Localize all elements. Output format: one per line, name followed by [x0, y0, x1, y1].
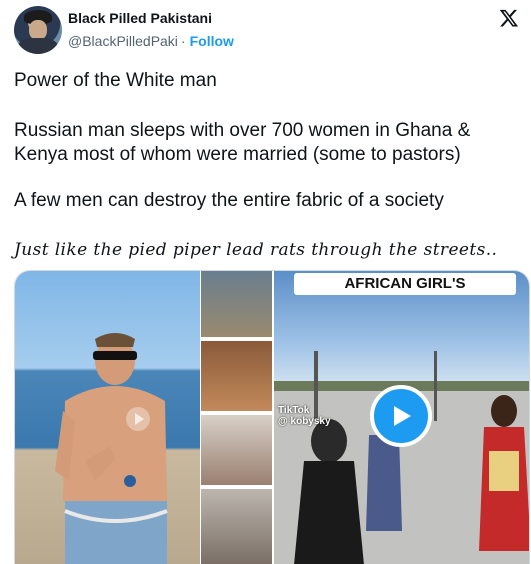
- media-grid: AFRICAN GIRL'S TikTok @ kobysky: [14, 270, 530, 564]
- thumbnail-strip: [201, 271, 272, 564]
- tweet-text-line: Kenya most of whom were married (some to…: [14, 144, 461, 165]
- tweet-text-line: Power of the White man: [14, 70, 217, 91]
- tweet-header: Black Pilled Pakistani @BlackPilledPaki ·…: [14, 6, 519, 56]
- video-right[interactable]: AFRICAN GIRL'S TikTok @ kobysky: [274, 271, 529, 564]
- play-icon: [394, 406, 411, 426]
- photo-left[interactable]: [15, 271, 272, 564]
- thumbnail: [201, 341, 272, 411]
- avatar[interactable]: [14, 6, 62, 54]
- man-figure: [55, 333, 168, 564]
- tiktok-label: TikTok: [278, 405, 310, 416]
- thumbnail: [201, 271, 272, 337]
- play-icon: [126, 407, 150, 431]
- thumbnail: [201, 415, 272, 485]
- separator: ·: [180, 33, 186, 49]
- author-handle[interactable]: @BlackPilledPaki: [68, 33, 178, 49]
- play-button[interactable]: [370, 385, 432, 447]
- handle-row: @BlackPilledPaki · Follow: [68, 33, 234, 49]
- tiktok-user: @ kobysky: [278, 416, 331, 427]
- x-logo-icon[interactable]: [499, 8, 519, 28]
- beach-photo: [15, 271, 200, 564]
- thumbnail: [201, 489, 272, 564]
- tiktok-watermark: TikTok @ kobysky: [278, 405, 331, 427]
- tweet-text-line: Russian man sleeps with over 700 women i…: [14, 120, 471, 141]
- crowd-scene: [274, 351, 529, 564]
- author-name[interactable]: Black Pilled Pakistani: [68, 10, 212, 26]
- tweet-text-line-italic: Just like the pied piper lead rats throu…: [14, 240, 498, 260]
- tweet-text-line: A few men can destroy the entire fabric …: [14, 190, 444, 211]
- follow-button[interactable]: Follow: [190, 33, 234, 49]
- video-banner: AFRICAN GIRL'S: [294, 273, 516, 295]
